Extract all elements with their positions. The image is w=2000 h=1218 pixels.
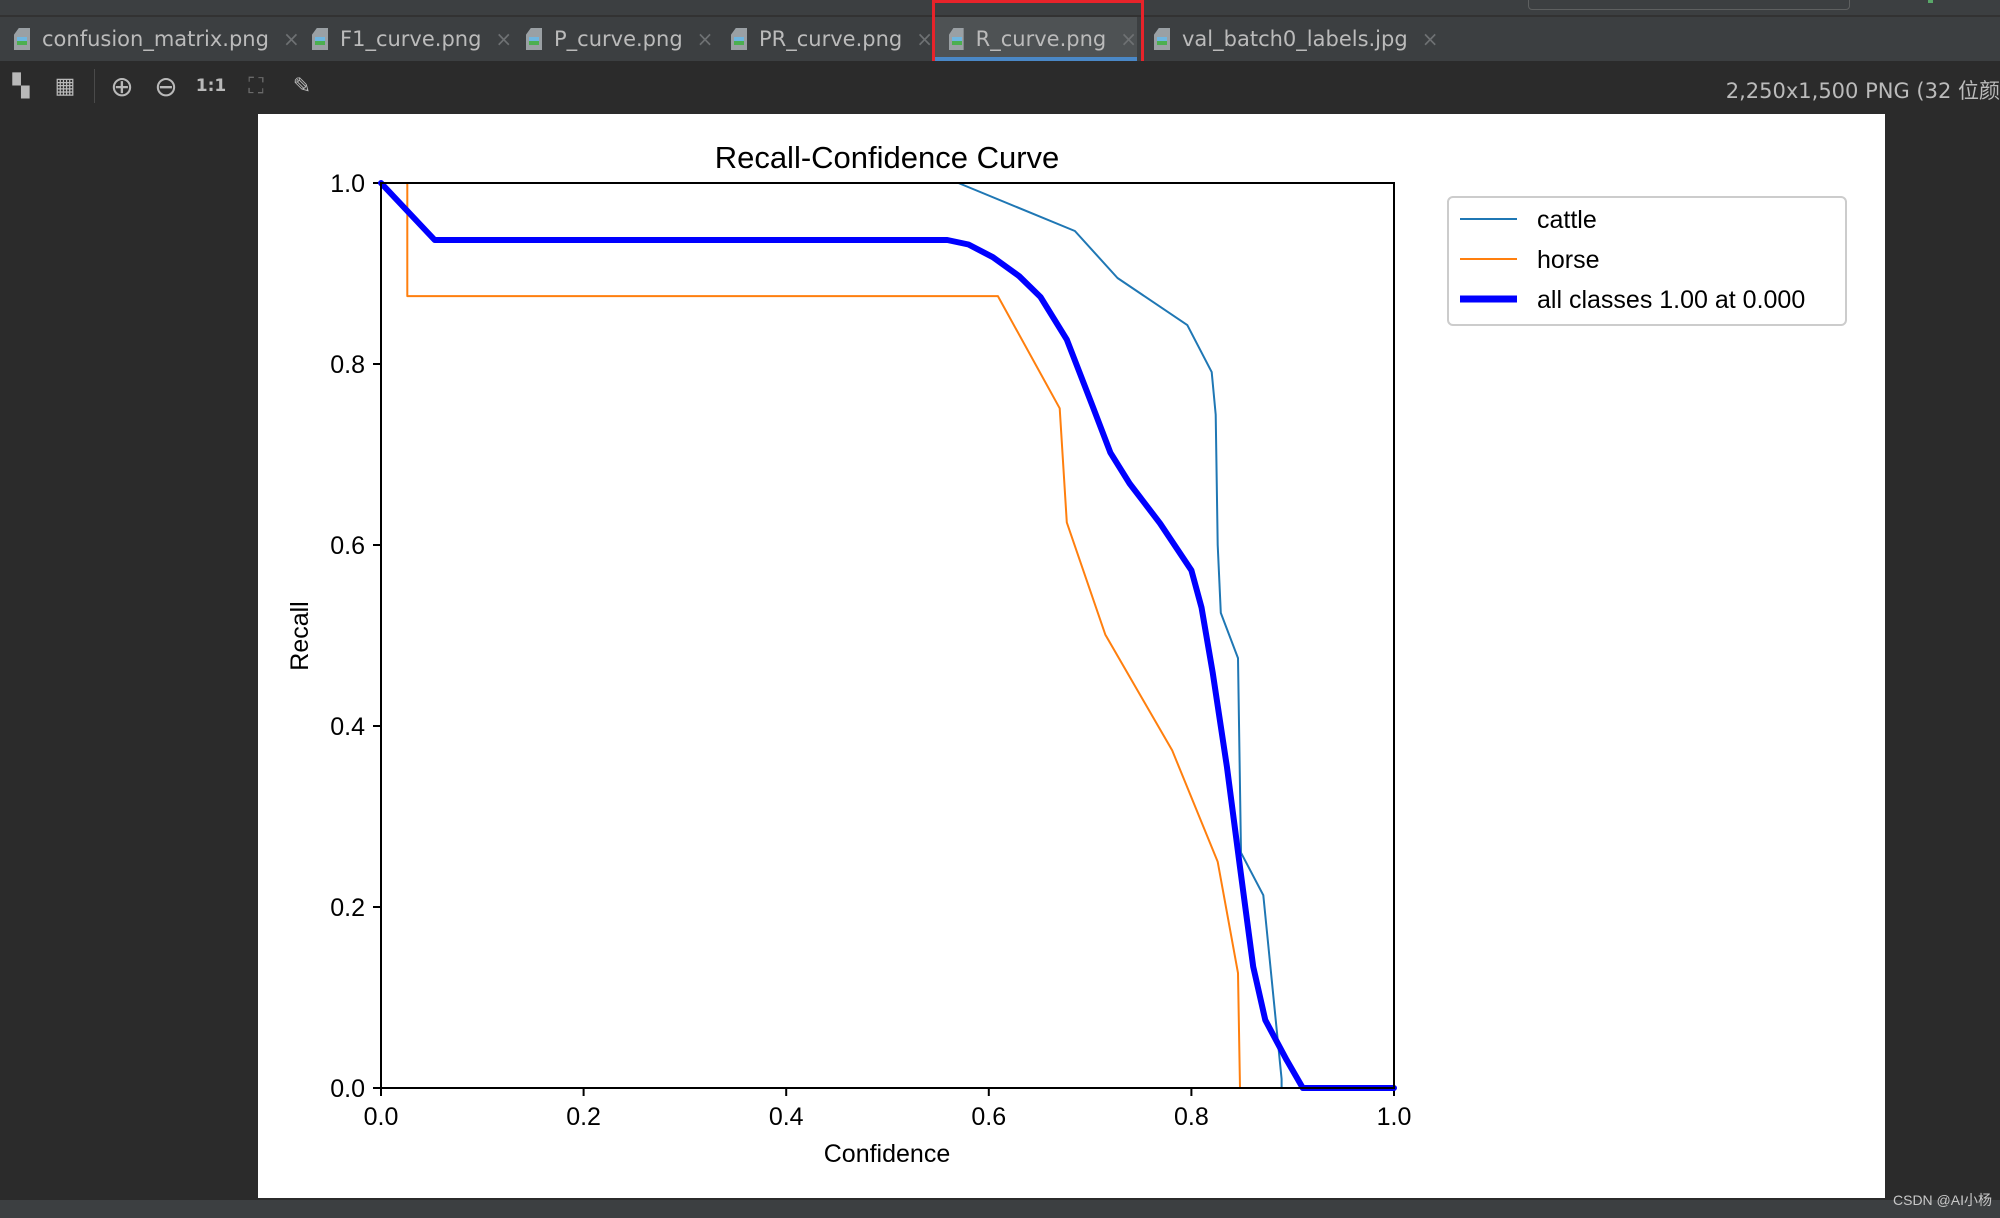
x-tick-label: 0.8: [1174, 1103, 1209, 1131]
y-tick-label: 0.8: [330, 351, 365, 379]
watermark: CSDN @AI小杨: [1893, 1192, 1992, 1208]
y-tick-label: 0.6: [330, 532, 365, 560]
chart-title: Recall-Confidence Curve: [715, 140, 1060, 175]
legend-label: horse: [1537, 246, 1600, 274]
legend: cattle horse all classes 1.00 at 0.000: [1447, 196, 1847, 326]
axes-frame: [380, 182, 1395, 1089]
series-line-cattle: [380, 182, 1395, 1089]
y-tick-label: 0.0: [330, 1075, 365, 1103]
series-line-horse: [380, 182, 1395, 1089]
y-tick-label: 0.4: [330, 713, 365, 741]
series-lines: [378, 180, 1397, 1091]
legend-label: all classes 1.00 at 0.000: [1537, 286, 1805, 314]
x-tick-label: 0.6: [971, 1103, 1006, 1131]
x-tick-label: 0.4: [769, 1103, 804, 1131]
y-tick-label: 1.0: [330, 170, 365, 198]
legend-label: cattle: [1537, 206, 1597, 234]
series-line-all: [378, 180, 1397, 1091]
x-tick-label: 0.0: [364, 1103, 399, 1131]
recall-confidence-chart: Recall-Confidence Curve Confidence Recal…: [286, 140, 1847, 1168]
x-tick-label: 0.2: [566, 1103, 601, 1131]
y-axis-label: Recall: [286, 601, 314, 670]
status-bar: [0, 1200, 2000, 1218]
y-tick-label: 0.2: [330, 894, 365, 922]
x-axis-label: Confidence: [824, 1140, 950, 1168]
axis-ticks: 0.0 0.2 0.4 0.6 0.8 1.0 0.0 0.2 0.4 0.6 0.8 1.0: [330, 170, 1411, 1131]
x-tick-label: 1.0: [1377, 1103, 1412, 1131]
